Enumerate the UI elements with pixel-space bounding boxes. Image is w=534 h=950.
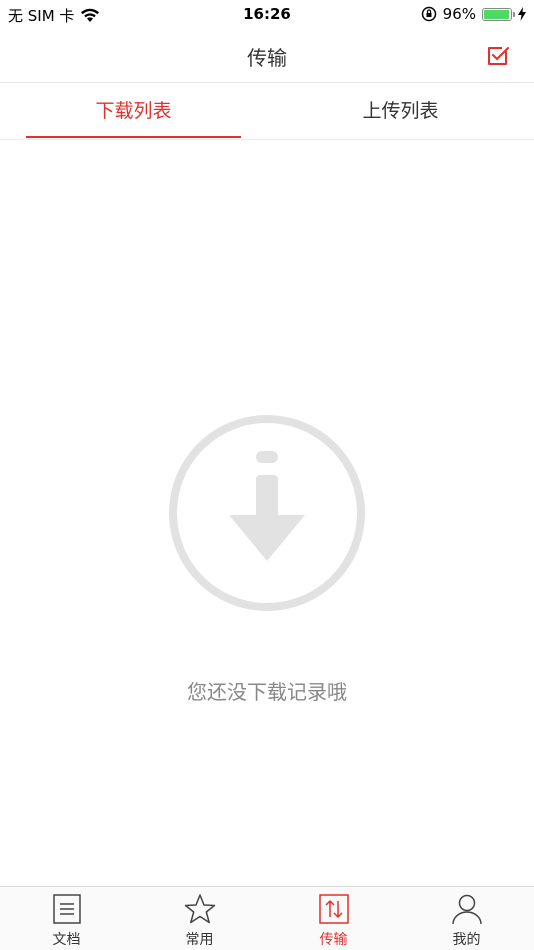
select-edit-icon[interactable]	[484, 42, 512, 70]
tab-download-list[interactable]: 下载列表	[0, 83, 267, 139]
orientation-lock-icon	[421, 6, 436, 22]
bottom-tab-bar: 文档 常用 传输 我的	[0, 886, 534, 950]
user-icon	[451, 894, 482, 925]
empty-message: 您还没下载记录哦	[187, 680, 347, 704]
document-icon	[52, 894, 81, 924]
download-empty-icon	[169, 415, 365, 611]
transfer-icon	[318, 894, 349, 924]
tabbar-item-documents[interactable]: 文档	[0, 887, 133, 950]
star-icon	[184, 894, 215, 924]
status-right: 96%	[421, 5, 526, 23]
page-title: 传输	[247, 46, 287, 70]
tabbar-label: 传输	[319, 932, 348, 948]
battery-percent: 96%	[442, 5, 476, 23]
nav-bar: 传输	[0, 30, 534, 83]
charging-bolt-icon	[518, 7, 526, 21]
tabbar-label: 文档	[52, 932, 81, 948]
battery-fill	[484, 9, 509, 19]
transfer-tabs: 下载列表 上传列表	[0, 83, 534, 140]
tabbar-item-favorites[interactable]: 常用	[133, 887, 266, 950]
tabbar-label: 常用	[185, 932, 214, 948]
tabbar-label: 我的	[452, 932, 481, 948]
tab-indicator	[26, 136, 241, 138]
tab-upload-list[interactable]: 上传列表	[267, 83, 534, 139]
battery-icon	[482, 7, 515, 21]
status-bar: 无 SIM 卡 16:26 96%	[0, 0, 534, 30]
tabbar-item-transfer[interactable]: 传输	[267, 887, 400, 950]
transfer-screen: 无 SIM 卡 16:26 96% 传输 下载列表 上传列表 您还没下载记录哦 …	[0, 0, 534, 950]
tabbar-item-profile[interactable]: 我的	[400, 887, 533, 950]
